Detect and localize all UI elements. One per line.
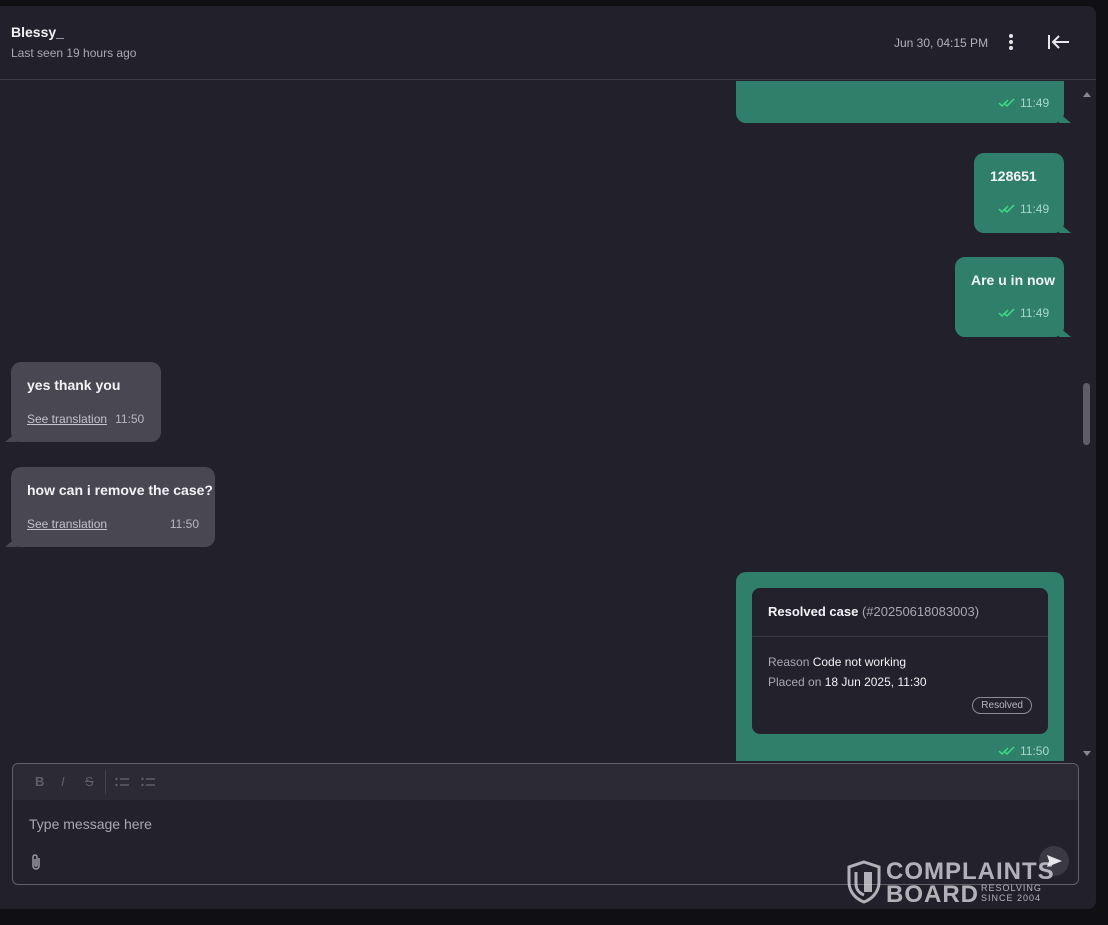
status-badge: Resolved: [972, 697, 1032, 714]
format-toolbar: B I S: [13, 764, 1078, 800]
contact-name[interactable]: Blessy_: [11, 24, 64, 40]
double-check-icon: [998, 746, 1015, 756]
case-placed-row: Placed on 18 Jun 2025, 11:30: [768, 675, 927, 689]
chat-window: Blessy_ Last seen 19 hours ago Jun 30, 0…: [0, 6, 1096, 909]
case-id: (#20250618083003): [861, 604, 980, 619]
double-check-icon: [998, 204, 1015, 214]
collapse-panel-icon[interactable]: [1044, 30, 1072, 54]
message-bubble-incoming[interactable]: yes thank you See translation 11:50: [5, 362, 161, 442]
message-time: 11:49: [1020, 306, 1050, 320]
case-card-title: Resolved case (#20250618083003): [768, 604, 979, 619]
placed-label: Placed on: [768, 675, 822, 689]
strikethrough-button[interactable]: S: [85, 774, 94, 789]
conversation-date: Jun 30, 04:15 PM: [894, 36, 989, 50]
watermark-tag2: SINCE 2004: [981, 893, 1042, 903]
complaintsboard-shield-logo: [847, 860, 881, 904]
scroll-thumb[interactable]: [1083, 383, 1090, 445]
message-scrollbar[interactable]: [1080, 86, 1094, 766]
message-time: 11:50: [169, 517, 199, 531]
message-bubble-outgoing[interactable]: 128651 11:49: [974, 153, 1071, 233]
see-translation-link[interactable]: See translation: [27, 412, 107, 426]
reason-value: Code not working: [812, 655, 907, 669]
message-meta: See translation 11:50: [27, 412, 144, 426]
complaintsboard-watermark: COMPLAINTS BOARD RESOLVING SINCE 2004: [846, 858, 1062, 908]
watermark-tag1: RESOLVING: [981, 883, 1042, 893]
message-time: 11:50: [1020, 744, 1050, 758]
kebab-menu-icon[interactable]: [1003, 30, 1019, 54]
message-bubble-outgoing[interactable]: 11:49: [736, 81, 1071, 123]
message-time: 11:50: [115, 412, 145, 426]
message-meta: 11:49: [998, 306, 1049, 320]
message-bubble-incoming[interactable]: how can i remove the case? See translati…: [5, 467, 215, 547]
case-reason-row: Reason Code not working: [768, 655, 906, 669]
toolbar-separator: [105, 770, 106, 794]
message-text: Are u in now: [971, 272, 1055, 288]
placed-value: 18 Jun 2025, 11:30: [824, 675, 927, 689]
paperclip-icon[interactable]: [29, 852, 45, 872]
message-input[interactable]: Type message here: [29, 816, 1029, 836]
case-title: Resolved case: [768, 604, 859, 619]
message-meta: 11:50: [998, 744, 1049, 758]
message-meta: 11:49: [998, 202, 1049, 216]
message-meta: 11:49: [998, 96, 1049, 110]
scroll-up-arrow-icon[interactable]: [1083, 92, 1091, 97]
italic-button[interactable]: I: [61, 774, 65, 789]
case-card[interactable]: Resolved case (#20250618083003) Reason C…: [752, 588, 1048, 734]
message-meta: See translation 11:50: [27, 517, 199, 531]
reason-label: Reason: [768, 655, 810, 669]
message-bubble-outgoing[interactable]: Are u in now 11:49: [955, 257, 1071, 337]
chat-header: Blessy_ Last seen 19 hours ago Jun 30, 0…: [0, 6, 1096, 80]
message-text: how can i remove the case?: [27, 482, 213, 498]
last-seen-status: Last seen 19 hours ago: [11, 46, 137, 60]
bullet-list-icon[interactable]: [141, 776, 155, 788]
message-list[interactable]: 11:49 128651 11:49 Are u in now 11:49 ye…: [0, 81, 1078, 761]
see-translation-link[interactable]: See translation: [27, 517, 107, 531]
card-divider: [752, 636, 1048, 637]
message-bubble-outgoing[interactable]: Resolved case (#20250618083003) Reason C…: [736, 572, 1064, 761]
double-check-icon: [998, 98, 1015, 108]
scroll-down-arrow-icon[interactable]: [1083, 751, 1091, 756]
message-time: 11:49: [1020, 96, 1050, 110]
message-text: yes thank you: [27, 377, 121, 393]
bold-button[interactable]: B: [35, 774, 44, 789]
message-text: 128651: [990, 168, 1037, 184]
watermark-line2: BOARD: [886, 881, 979, 908]
message-time: 11:49: [1020, 202, 1050, 216]
double-check-icon: [998, 308, 1015, 318]
ordered-list-icon[interactable]: [115, 776, 129, 788]
